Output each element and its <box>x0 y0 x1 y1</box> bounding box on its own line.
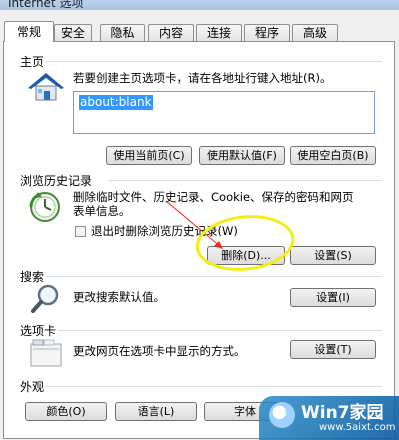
search-divider <box>46 276 382 277</box>
search-description: 更改搜索默认值。 <box>73 290 165 304</box>
watermark-logo-icon <box>269 402 295 428</box>
tabs-description: 更改网页在选项卡中显示的方式。 <box>73 344 246 358</box>
magnifier-icon <box>31 284 59 313</box>
appearance-divider <box>46 386 382 387</box>
use-current-button[interactable]: 使用当前页(C) <box>106 146 192 165</box>
languages-button[interactable]: 语言(L) <box>115 402 197 421</box>
tab-general[interactable]: 常规 <box>4 21 54 42</box>
homepage-divider <box>46 61 382 62</box>
search-settings-button[interactable]: 设置(I) <box>290 288 376 307</box>
tab-privacy[interactable]: 隐私 <box>100 24 145 41</box>
use-default-button[interactable]: 使用默认值(F) <box>199 146 285 165</box>
window-titlebar: Internet 选项 <box>0 0 399 10</box>
use-blank-button[interactable]: 使用空白页(B) <box>290 146 376 165</box>
homepage-url-text: about:blank <box>79 95 153 110</box>
tabs-settings-button[interactable]: 设置(T) <box>290 340 376 359</box>
tab-security[interactable]: 安全 <box>54 24 92 41</box>
homepage-section-title: 主页 <box>20 55 45 69</box>
tabs-divider <box>58 330 382 331</box>
history-description-line-2: 表单信息。 <box>73 204 131 218</box>
window-title: Internet 选项 <box>8 0 84 10</box>
tab-programs[interactable]: 程序 <box>244 24 290 41</box>
tab-bar: 常规 安全 隐私 内容 连接 程序 高级 <box>0 20 399 42</box>
history-description: 删除临时文件、历史记录、Cookie、保存的密码和网页 表单信息。 <box>73 190 383 218</box>
delete-on-exit-label: 退出时删除浏览历史记录(W) <box>91 224 238 238</box>
watermark-url: www.5aixt.com <box>319 422 396 433</box>
appearance-section-title: 外观 <box>20 380 45 394</box>
history-section-title: 浏览历史记录 <box>20 174 93 188</box>
delete-history-button[interactable]: 删除(D)... <box>207 246 285 265</box>
watermark-title: Win7家园 <box>301 403 384 423</box>
tab-connections[interactable]: 连接 <box>196 24 242 41</box>
history-clock-icon <box>29 192 60 222</box>
tabs-section-title: 选项卡 <box>20 324 57 338</box>
tabs-icon <box>30 339 62 367</box>
delete-on-exit-checkbox[interactable] <box>75 226 86 237</box>
site-watermark: Win7家园 www.5aixt.com <box>259 396 399 440</box>
homepage-url-input[interactable]: about:blank <box>73 91 375 134</box>
tab-content[interactable]: 内容 <box>148 24 194 41</box>
history-settings-button[interactable]: 设置(S) <box>290 246 376 265</box>
colors-button[interactable]: 颜色(O) <box>25 402 107 421</box>
history-description-line-1: 删除临时文件、历史记录、Cookie、保存的密码和网页 <box>73 190 354 204</box>
house-icon <box>28 73 64 101</box>
tab-advanced[interactable]: 高级 <box>292 24 338 41</box>
homepage-description: 若要创建主页选项卡，请在各地址行键入地址(R)。 <box>73 71 332 85</box>
history-divider <box>108 180 382 181</box>
